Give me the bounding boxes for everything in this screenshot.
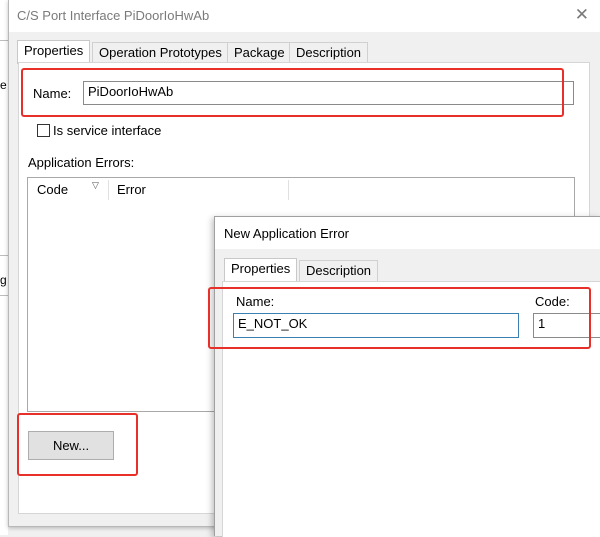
background-divider bbox=[0, 295, 8, 296]
dialog-title: New Application Error bbox=[224, 226, 349, 241]
sort-indicator-icon: ▽ bbox=[92, 180, 99, 190]
new-application-error-dialog: New Application Error Properties Descrip… bbox=[208, 216, 600, 537]
column-error[interactable]: Error bbox=[117, 178, 146, 202]
tab-package[interactable]: Package bbox=[227, 42, 292, 63]
close-icon[interactable]: ✕ bbox=[575, 5, 589, 25]
service-interface-label: Is service interface bbox=[53, 123, 162, 138]
background-text: g bbox=[0, 273, 7, 287]
application-errors-label: Application Errors: bbox=[28, 155, 135, 170]
tab-properties[interactable]: Properties bbox=[17, 40, 91, 64]
column-separator bbox=[108, 180, 109, 200]
highlight-error-fields bbox=[208, 287, 591, 349]
background-divider bbox=[0, 255, 8, 256]
dialog-titlebar: C/S Port Interface PiDoorIoHwAb ✕ bbox=[9, 0, 600, 32]
background-divider bbox=[0, 40, 8, 41]
dialog-titlebar: New Application Error bbox=[215, 217, 600, 249]
tab-properties[interactable]: Properties bbox=[224, 258, 298, 282]
column-separator bbox=[288, 180, 289, 200]
column-code[interactable]: Code bbox=[37, 178, 68, 202]
service-interface-checkbox[interactable] bbox=[37, 124, 50, 137]
background-text: e bbox=[0, 78, 7, 92]
highlight-name-row bbox=[21, 68, 564, 117]
tab-operation-prototypes[interactable]: Operation Prototypes bbox=[92, 42, 229, 63]
dialog-title: C/S Port Interface PiDoorIoHwAb bbox=[17, 8, 210, 23]
tab-description[interactable]: Description bbox=[299, 260, 379, 281]
highlight-new-button bbox=[17, 413, 138, 476]
tab-description[interactable]: Description bbox=[289, 42, 369, 63]
